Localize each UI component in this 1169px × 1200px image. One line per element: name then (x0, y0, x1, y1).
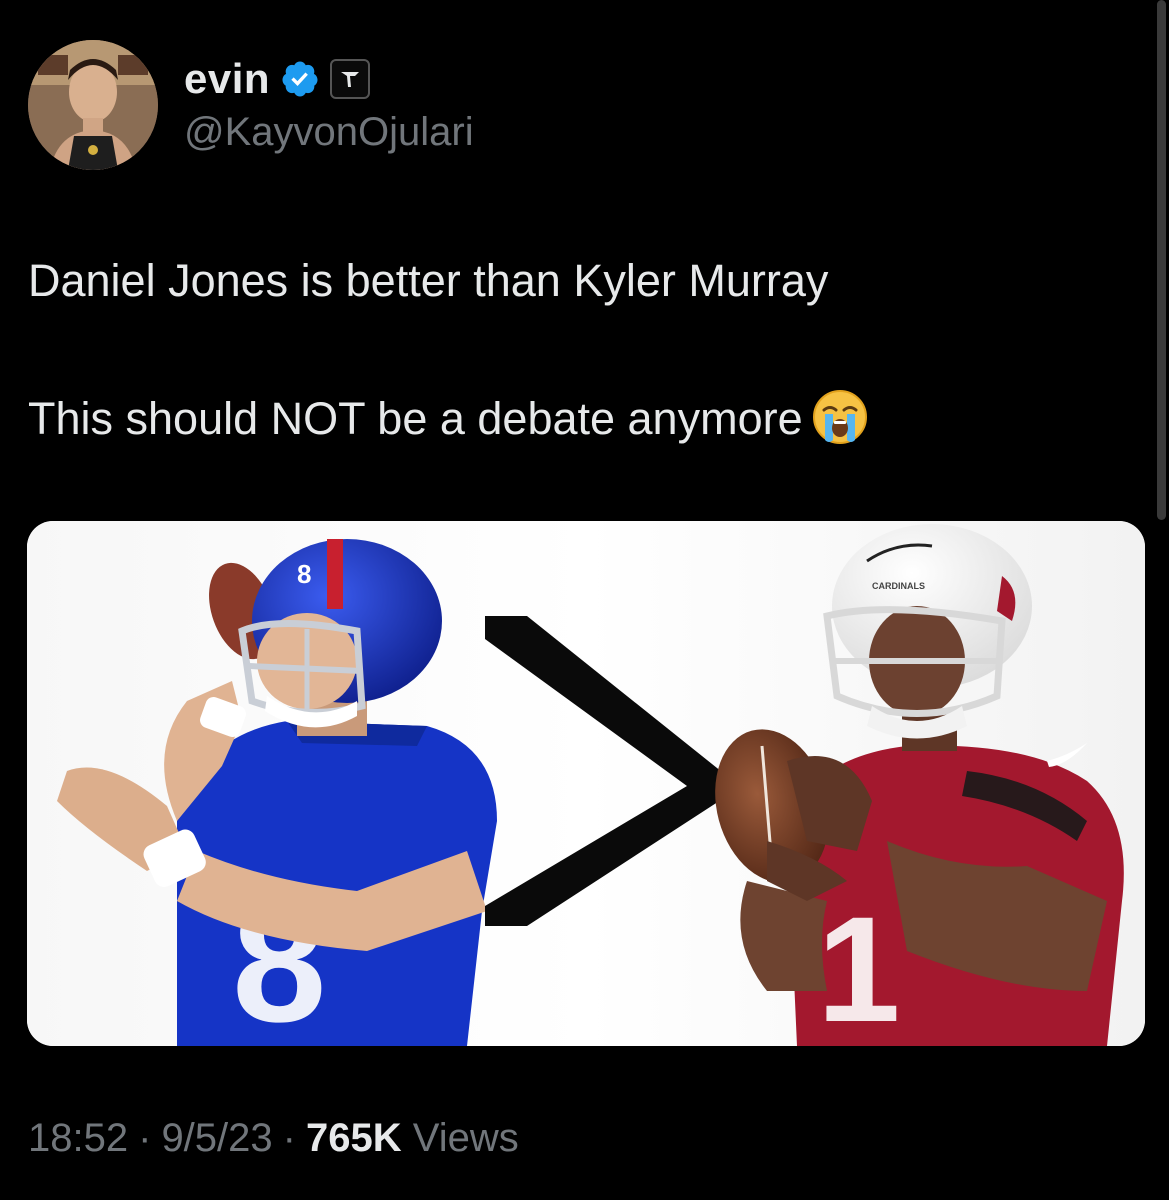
svg-text:CARDINALS: CARDINALS (872, 581, 925, 591)
tweet-line-2: This should NOT be a debate anymore (28, 388, 1128, 448)
tweet: evin @KayvonOjulari Daniel Jones is bett… (0, 0, 1169, 1200)
tweet-line-1: Daniel Jones is better than Kyler Murray (28, 255, 829, 306)
loudly-crying-face-icon (811, 388, 869, 446)
author-name-row: evin (184, 54, 371, 104)
tweet-time[interactable]: 18:52 (28, 1116, 128, 1160)
avatar[interactable] (28, 40, 158, 170)
tweet-date[interactable]: 9/5/23 (161, 1116, 272, 1160)
svg-text:1: 1 (817, 885, 900, 1046)
views-count[interactable]: 765K (306, 1116, 402, 1160)
author-handle[interactable]: @KayvonOjulari (184, 110, 474, 155)
verified-badge-icon (280, 59, 320, 99)
display-name[interactable]: evin (184, 55, 270, 103)
tweet-meta: 18:52 · 9/5/23 · 765K Views (28, 1116, 519, 1161)
meta-separator-2: · (282, 1116, 296, 1160)
tweet-line-2-text: This should NOT be a debate anymore (28, 393, 803, 444)
scrollbar[interactable] (1157, 0, 1166, 520)
tweet-media-image[interactable]: 8 8 1 CARDINALS (27, 521, 1145, 1046)
svg-text:8: 8 (297, 559, 311, 589)
tweet-text: Daniel Jones is better than Kyler Murray… (28, 252, 1128, 448)
views-label[interactable]: Views (413, 1116, 519, 1160)
meta-separator: · (138, 1116, 152, 1160)
affiliate-badge-icon[interactable] (330, 59, 371, 99)
